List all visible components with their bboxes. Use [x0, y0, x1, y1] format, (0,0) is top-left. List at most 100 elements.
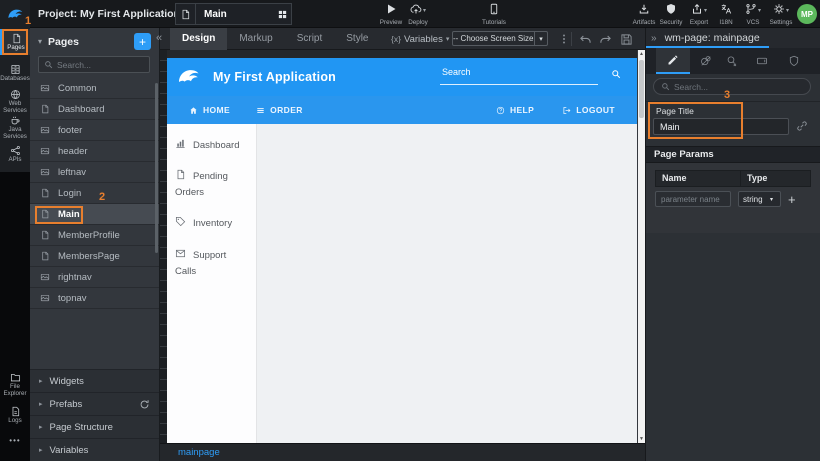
search-icon — [661, 82, 670, 91]
rail-item-web-services[interactable]: Web Services — [0, 88, 30, 116]
page-list-item-selected[interactable]: Main — [30, 204, 159, 225]
rail-item-pages[interactable]: Pages — [0, 29, 30, 55]
menu-item-inventory[interactable]: Inventory — [175, 216, 248, 232]
screen-size-select[interactable]: -- Choose Screen Size -- ▾ — [452, 31, 548, 46]
page-list-item[interactable]: topnav — [30, 288, 159, 309]
page-list-item[interactable]: MembersPage — [30, 246, 159, 267]
settings-button[interactable]: ▾ Settings — [763, 3, 799, 26]
page-title-input[interactable] — [653, 118, 789, 135]
section-variables[interactable]: ▸ Variables — [30, 438, 159, 461]
settings-label: Settings — [770, 19, 793, 26]
coffee-icon — [10, 115, 21, 126]
menu-item-pending-orders[interactable]: Pending Orders — [175, 169, 248, 201]
inspector-search-input[interactable] — [674, 82, 803, 92]
page-list-item[interactable]: Dashboard — [30, 99, 159, 120]
tab-security[interactable] — [780, 48, 808, 74]
left-rail: Pages Databases Web Services Java Servic… — [0, 28, 30, 461]
section-widgets[interactable]: ▸ Widgets — [30, 369, 159, 392]
app-logo[interactable] — [0, 0, 30, 28]
nav-home-label: HOME — [203, 105, 230, 115]
app-search-input[interactable]: Search — [440, 65, 598, 85]
bind-link-icon[interactable] — [796, 120, 808, 132]
tab-styles[interactable] — [692, 48, 720, 74]
inspector-header: » wm-page: mainpage — [646, 28, 820, 48]
rail-item-logs[interactable]: Logs — [0, 402, 30, 428]
rail-item-file-explorer[interactable]: File Explorer — [0, 371, 30, 399]
redo-icon[interactable] — [599, 32, 612, 46]
app-logo-icon — [177, 65, 201, 89]
caret-down-icon[interactable]: ▾ — [38, 37, 42, 46]
tab-events[interactable] — [718, 48, 746, 74]
section-page-structure[interactable]: ▸ Page Structure — [30, 415, 159, 438]
tab-markup[interactable]: Markup — [227, 28, 284, 50]
editor-tabs: Design Markup Script Style — [170, 28, 381, 50]
bottom-page-tab[interactable]: mainpage — [178, 444, 220, 461]
rail-item-java-services[interactable]: Java Services — [0, 113, 30, 143]
panel-scrollbar[interactable] — [155, 83, 158, 253]
param-name-input[interactable] — [655, 191, 731, 207]
menu-item-dashboard[interactable]: Dashboard — [175, 138, 248, 154]
wavemaker-studio: Project: My First Application › Main Pre… — [0, 0, 820, 461]
open-page-tab[interactable]: Main — [175, 3, 292, 25]
param-type-select[interactable]: string ▾ — [738, 191, 781, 207]
variables-dropdown[interactable]: {x} Variables ▾ — [391, 28, 449, 50]
tab-style[interactable]: Style — [334, 28, 380, 50]
project-name: Project: My First Application — [38, 0, 180, 28]
inspector-title: wm-page: mainpage — [665, 32, 760, 44]
search-icon[interactable] — [611, 69, 621, 79]
security-label: Security — [660, 19, 683, 26]
scrollbar-thumb[interactable] — [639, 60, 644, 118]
page-list-item[interactable]: Common — [30, 78, 159, 99]
page-item-label: footer — [58, 125, 82, 136]
caret-down-icon: ▾ — [704, 7, 707, 14]
section-prefabs[interactable]: ▸ Prefabs — [30, 392, 159, 415]
nav-order[interactable]: ORDER — [256, 105, 303, 115]
menu-item-support-calls[interactable]: Support Calls — [175, 248, 248, 280]
tab-device[interactable] — [748, 48, 776, 74]
caret-down-icon: ▾ — [770, 196, 780, 203]
gear-icon — [773, 3, 785, 15]
nav-help[interactable]: HELP — [496, 105, 534, 115]
partial-icon — [40, 293, 50, 303]
page-item-label: Main — [58, 209, 80, 220]
refresh-icon[interactable] — [139, 399, 150, 410]
collapse-panel-icon[interactable]: « — [156, 32, 162, 44]
page-item-label: leftnav — [58, 167, 86, 178]
more-options-icon[interactable] — [558, 32, 570, 46]
undo-icon[interactable] — [579, 32, 592, 46]
user-avatar[interactable]: MP — [797, 4, 817, 24]
page-list-item[interactable]: MemberProfile — [30, 225, 159, 246]
page-list-item[interactable]: leftnav — [30, 162, 159, 183]
pages-search-input[interactable] — [57, 60, 144, 70]
rail-item-more[interactable]: ••• — [0, 434, 30, 448]
nav-logout[interactable]: LOGOUT — [562, 105, 615, 115]
scroll-up-icon[interactable]: ▲ — [638, 51, 645, 57]
app-preview[interactable]: My First Application Search HOME ORDER H… — [167, 58, 637, 443]
add-page-button[interactable]: + — [134, 33, 151, 50]
save-icon[interactable] — [620, 32, 633, 46]
tutorials-button[interactable]: Tutorials — [476, 3, 512, 26]
tab-design[interactable]: Design — [170, 28, 227, 50]
scroll-down-icon[interactable]: ▼ — [638, 436, 645, 442]
deploy-button[interactable]: ▾ Deploy — [400, 3, 436, 26]
add-param-button[interactable]: + — [788, 192, 796, 207]
page-list-item[interactable]: rightnav — [30, 267, 159, 288]
app-content-area[interactable] — [257, 124, 637, 443]
tab-properties[interactable] — [656, 48, 690, 74]
page-list-item[interactable]: footer — [30, 120, 159, 141]
magnifier-x-icon — [726, 55, 738, 67]
canvas-scrollbar[interactable]: ▲ ▼ — [637, 50, 645, 443]
expand-panel-icon[interactable]: » — [651, 33, 657, 44]
page-item-label: MembersPage — [58, 251, 120, 262]
tab-script[interactable]: Script — [285, 28, 335, 50]
partial-icon — [40, 83, 50, 93]
page-list-item[interactable]: header — [30, 141, 159, 162]
shield-outline-icon — [788, 55, 800, 67]
nav-home[interactable]: HOME — [189, 105, 230, 115]
page-list-item[interactable]: Login — [30, 183, 159, 204]
export-icon — [691, 3, 703, 15]
rail-item-apis[interactable]: APIs — [0, 141, 30, 168]
page-item-label: rightnav — [58, 272, 92, 283]
home-icon — [189, 106, 198, 115]
rail-item-databases[interactable]: Databases — [0, 60, 30, 86]
